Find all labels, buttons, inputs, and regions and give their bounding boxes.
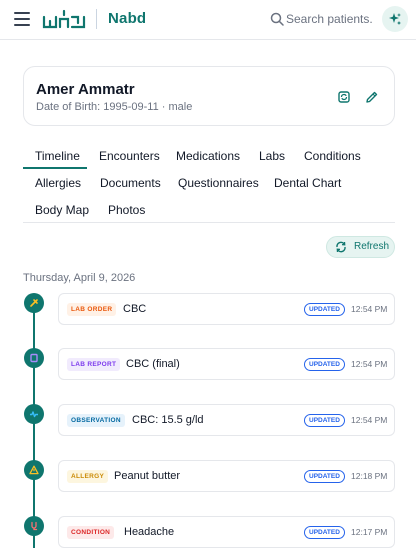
event-type-badge: ALLERGY <box>67 470 109 483</box>
tab-body-map[interactable]: Body Map <box>35 203 89 217</box>
event-title: Headache <box>124 526 175 538</box>
event-status-badge: UPDATED <box>304 470 345 483</box>
refresh-button[interactable]: Refresh <box>326 236 395 258</box>
timeline-line <box>33 300 35 548</box>
timeline-event-card[interactable]: LAB REPORT CBC (final) UPDATED 12:54 PM <box>58 348 395 380</box>
event-type-badge: LAB REPORT <box>67 358 121 371</box>
timeline-event-card[interactable]: CONDITION Headache UPDATED 12:17 PM <box>58 516 395 548</box>
refresh-label: Refresh <box>354 241 390 252</box>
ai-assistant-button[interactable] <box>382 6 408 32</box>
tab-encounters[interactable]: Encounters <box>99 149 160 163</box>
timeline-marker <box>24 293 44 313</box>
tabs-divider <box>23 222 395 223</box>
tab-questionnaires[interactable]: Questionnaires <box>178 176 259 190</box>
warning-icon <box>29 465 39 475</box>
event-type-badge: OBSERVATION <box>67 414 125 427</box>
event-title: CBC: 15.5 g/ld <box>132 414 204 426</box>
tab-dental-chart[interactable]: Dental Chart <box>274 176 341 190</box>
sparkles-icon <box>389 13 401 25</box>
timeline-event-card[interactable]: OBSERVATION CBC: 15.5 g/ld UPDATED 12:54… <box>58 404 395 436</box>
patient-dob: Date of Birth: 1995-09-11 · male <box>36 101 193 113</box>
date-heading: Thursday, April 9, 2026 <box>23 272 136 284</box>
heartbeat-icon <box>30 411 38 418</box>
tab-photos[interactable]: Photos <box>108 203 145 217</box>
report-icon <box>30 353 38 363</box>
event-title: CBC <box>123 303 147 315</box>
tab-timeline[interactable]: Timeline <box>35 149 80 163</box>
timeline-event-card[interactable]: ALLERGY Peanut butter UPDATED 12:18 PM <box>58 460 395 492</box>
sync-icon[interactable] <box>336 89 352 105</box>
event-status-badge: UPDATED <box>304 358 345 371</box>
event-time: 12:54 PM <box>351 304 388 314</box>
tab-medications[interactable]: Medications <box>176 149 240 163</box>
active-tab-indicator <box>23 167 87 169</box>
event-status-badge: UPDATED <box>304 526 345 539</box>
search-icon <box>270 12 284 26</box>
brand-name: Nabd <box>108 10 147 27</box>
event-title: CBC (final) <box>126 358 180 370</box>
tab-allergies[interactable]: Allergies <box>35 176 81 190</box>
event-type-badge: LAB ORDER <box>67 303 117 316</box>
timeline-marker <box>24 516 44 536</box>
tab-documents[interactable]: Documents <box>100 176 161 190</box>
event-type-badge: CONDITION <box>67 526 115 539</box>
flask-icon <box>30 299 38 307</box>
refresh-icon <box>336 241 346 253</box>
menu-icon[interactable] <box>14 12 30 26</box>
tab-conditions[interactable]: Conditions <box>304 149 361 163</box>
logo-divider <box>96 9 97 29</box>
timeline-event-card[interactable]: LAB ORDER CBC UPDATED 12:54 PM <box>58 293 395 325</box>
nabd-logo[interactable] <box>42 7 86 33</box>
search-input[interactable] <box>286 8 372 30</box>
event-time: 12:18 PM <box>351 471 388 481</box>
patient-name: Amer Ammatr <box>36 81 135 98</box>
stethoscope-icon <box>31 521 38 531</box>
event-time: 12:17 PM <box>351 527 388 537</box>
event-status-badge: UPDATED <box>304 414 345 427</box>
tab-labs[interactable]: Labs <box>259 149 285 163</box>
timeline-marker <box>24 404 44 424</box>
event-status-badge: UPDATED <box>304 303 345 316</box>
timeline-marker <box>24 348 44 368</box>
event-time: 12:54 PM <box>351 359 388 369</box>
top-bar: Nabd <box>0 0 416 40</box>
event-title: Peanut butter <box>114 470 181 482</box>
edit-icon[interactable] <box>364 89 380 105</box>
patient-card: Amer Ammatr Date of Birth: 1995-09-11 · … <box>23 66 395 126</box>
timeline-marker <box>24 460 44 480</box>
event-time: 12:54 PM <box>351 415 388 425</box>
